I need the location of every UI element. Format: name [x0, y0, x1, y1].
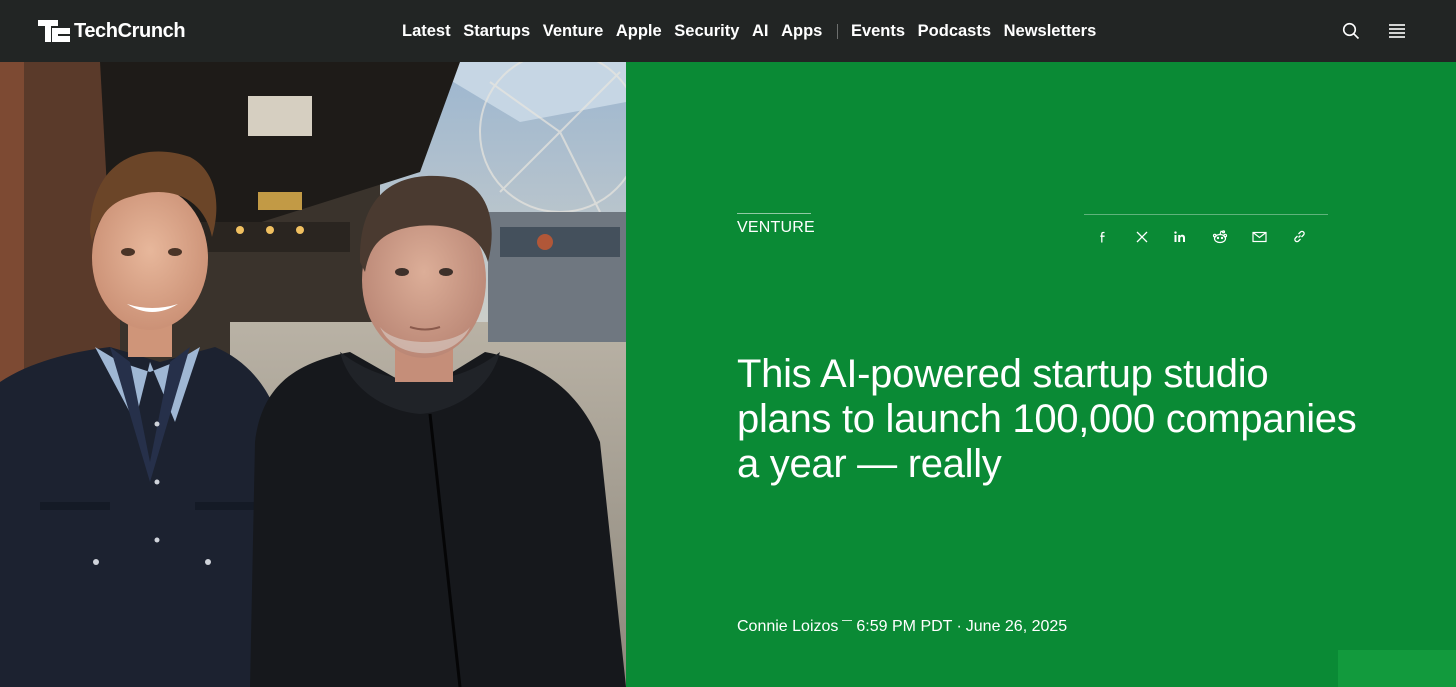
share-linkedin-button[interactable]: [1173, 229, 1187, 245]
site-header: TechCrunch Latest Startups Venture Apple…: [0, 0, 1456, 62]
hamburger-menu-icon: [1389, 24, 1405, 38]
corner-tab: [1338, 650, 1456, 687]
reddit-icon: [1212, 229, 1227, 243]
share-bar: [1084, 214, 1328, 258]
nav-link-apps[interactable]: Apps: [781, 22, 822, 41]
menu-button[interactable]: [1384, 18, 1410, 44]
nav-link-newsletters[interactable]: Newsletters: [1004, 22, 1097, 41]
nav-link-ai[interactable]: AI: [752, 22, 769, 41]
category-link[interactable]: VENTURE: [737, 213, 815, 237]
nav-link-venture[interactable]: Venture: [543, 22, 604, 41]
share-email-button[interactable]: [1252, 229, 1267, 245]
logo-wordmark: TechCrunch: [74, 19, 186, 42]
nav-link-latest[interactable]: Latest: [402, 22, 451, 41]
article-hero-panel: VENTURE This AI-powered startup studio p…: [626, 62, 1456, 687]
linkedin-icon: [1174, 230, 1185, 242]
main-navigation: Latest Startups Venture Apple Security A…: [402, 0, 1109, 62]
tc-logo-icon: [38, 20, 70, 42]
nav-link-startups[interactable]: Startups: [463, 22, 530, 41]
copy-link-button[interactable]: [1292, 229, 1307, 245]
publish-time: 6:59 PM PDT: [856, 618, 953, 635]
author-link[interactable]: Connie Loizos: [737, 618, 838, 636]
nav-link-security[interactable]: Security: [674, 22, 739, 41]
nav-link-podcasts[interactable]: Podcasts: [918, 22, 991, 41]
facebook-icon: [1100, 231, 1105, 242]
x-icon: [1136, 231, 1147, 242]
search-button[interactable]: [1338, 18, 1364, 44]
nav-link-events[interactable]: Events: [851, 22, 905, 41]
share-x-button[interactable]: [1135, 229, 1149, 245]
article-headline: This AI-powered startup studio plans to …: [737, 352, 1357, 486]
hero-photo: [0, 62, 626, 687]
copy-link-icon: [1293, 230, 1305, 243]
nav-link-apple[interactable]: Apple: [616, 22, 662, 41]
share-facebook-button[interactable]: [1096, 229, 1110, 245]
share-reddit-button[interactable]: [1212, 229, 1228, 245]
search-icon: [1342, 22, 1360, 40]
email-icon: [1252, 231, 1267, 242]
byline-separator: ·: [956, 618, 962, 635]
article-byline: Connie Loizos 6:59 PM PDT · June 26, 202…: [737, 618, 1067, 636]
byline-dash: [842, 620, 853, 621]
publish-date: June 26, 2025: [965, 618, 1068, 635]
techcrunch-logo[interactable]: TechCrunch: [38, 18, 186, 44]
nav-divider: [836, 23, 838, 39]
